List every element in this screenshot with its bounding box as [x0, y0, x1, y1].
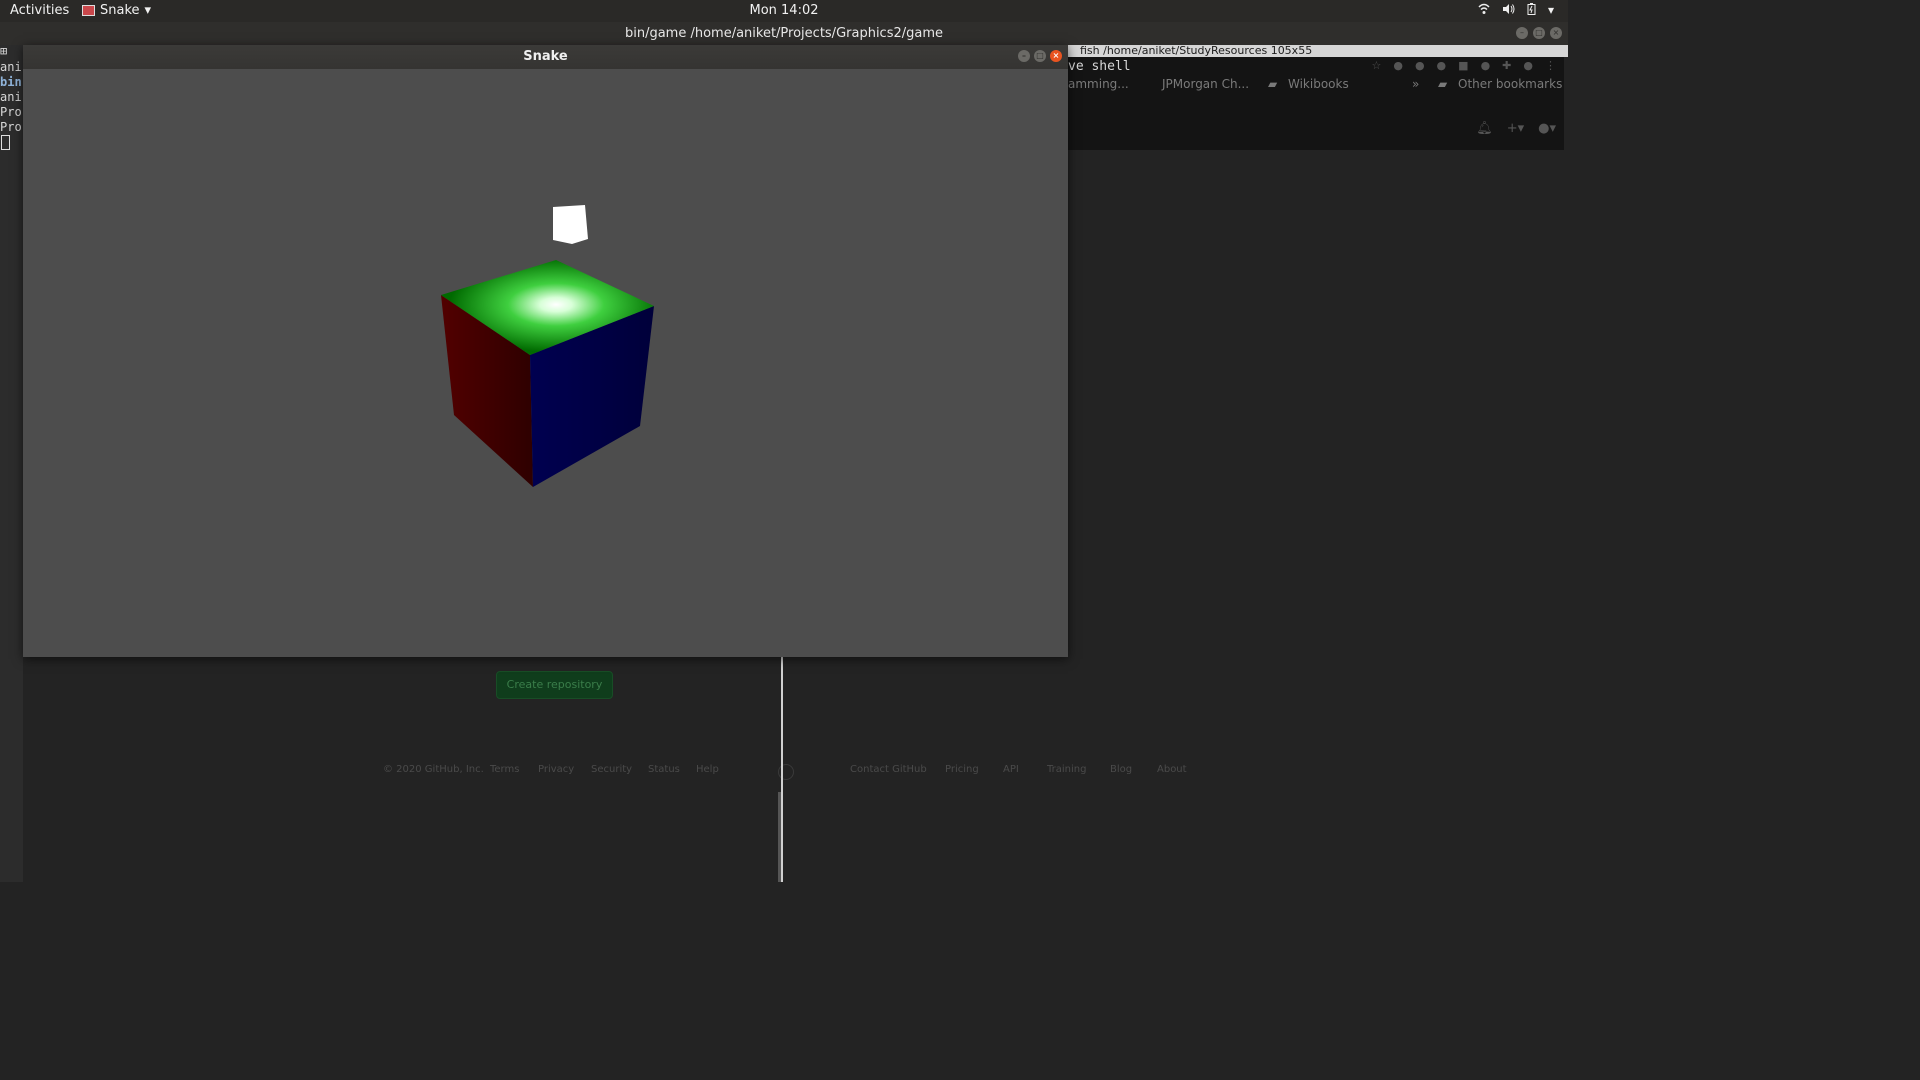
terminal-cursor — [1, 135, 10, 150]
footer-link-security[interactable]: Security — [591, 764, 632, 775]
terminal-line: ani — [0, 60, 22, 74]
app-menu[interactable]: Snake ▾ — [82, 3, 151, 18]
maximize-icon[interactable]: □ — [1034, 50, 1046, 62]
wifi-icon[interactable] — [1478, 3, 1490, 18]
bookmark-star-icon[interactable]: ☆ — [1371, 59, 1381, 72]
browser-window: ve shell ☆ ● ● ● ■ ● ✚ ● ⋮ amming... JPM… — [1068, 57, 1564, 150]
footer-link-help[interactable]: Help — [696, 764, 719, 775]
bookmark-item[interactable]: amming... — [1068, 77, 1129, 91]
close-icon[interactable]: × — [1050, 50, 1062, 62]
snake-title-bar[interactable]: Snake – □ × — [23, 45, 1068, 69]
footer-link-api[interactable]: API — [1003, 764, 1019, 775]
terminal-line: ani — [0, 90, 22, 104]
chevron-down-icon: ▾ — [144, 3, 152, 18]
browser-extensions: ☆ ● ● ● ■ ● ✚ ● ⋮ — [1371, 59, 1556, 72]
bell-icon[interactable]: 🔔︎ — [1476, 121, 1493, 136]
fish-shell-text: ve shell — [1068, 59, 1131, 74]
extension-icon[interactable]: ■ — [1458, 59, 1468, 72]
top-bar: Activities Snake ▾ Mon 14:02 ▾ — [0, 0, 1568, 22]
minimize-icon[interactable]: – — [1516, 27, 1528, 39]
game-viewport[interactable] — [23, 69, 1068, 657]
terminal-line: bin — [0, 75, 22, 89]
footer-link-pricing[interactable]: Pricing — [945, 764, 979, 775]
bookmark-item[interactable]: Wikibooks — [1288, 77, 1349, 91]
avatar[interactable]: ●▾ — [1538, 121, 1556, 136]
snake-window-title: Snake — [523, 49, 568, 64]
battery-icon[interactable] — [1527, 3, 1536, 18]
fish-tab-title[interactable]: fish /home/aniket/StudyResources 105x55 — [1080, 44, 1312, 57]
close-icon[interactable]: × — [1550, 27, 1562, 39]
plus-icon[interactable]: +▾ — [1507, 121, 1524, 136]
pane-divider[interactable] — [781, 657, 783, 882]
extension-icon[interactable]: ● — [1415, 59, 1425, 72]
footer-link-blog[interactable]: Blog — [1110, 764, 1132, 775]
clock[interactable]: Mon 14:02 — [749, 3, 818, 18]
terminal-line: Pro — [0, 105, 22, 119]
footer-link-terms[interactable]: Terms — [490, 764, 519, 775]
footer-link-training[interactable]: Training — [1047, 764, 1086, 775]
system-tray[interactable]: ▾ — [1478, 3, 1554, 18]
terminal-tab-grid-icon[interactable]: ⊞ — [0, 45, 23, 60]
snake-app-icon — [82, 5, 95, 16]
bookmark-item[interactable]: JPMorgan Ch... — [1162, 77, 1249, 91]
footer-link-status[interactable]: Status — [648, 764, 680, 775]
system-menu-chevron-icon[interactable]: ▾ — [1548, 3, 1554, 18]
puzzle-icon[interactable]: ✚ — [1502, 59, 1511, 72]
terminal-title-bar: bin/game /home/aniket/Projects/Graphics2… — [0, 22, 1568, 45]
profile-avatar-icon[interactable]: ● — [1523, 59, 1533, 72]
fish-tab-bar[interactable]: fish /home/aniket/StudyResources 105x55 — [1068, 45, 1568, 57]
footer-link-privacy[interactable]: Privacy — [538, 764, 574, 775]
browser-menu-icon[interactable]: ⋮ — [1545, 59, 1556, 72]
terminal-line: Pro — [0, 120, 22, 134]
extension-icon[interactable]: ● — [1437, 59, 1447, 72]
folder-icon: ▰ — [1268, 77, 1278, 91]
github-header-icons: 🔔︎ +▾ ●▾ — [1476, 121, 1556, 136]
footer-link-contact[interactable]: Contact GitHub — [850, 764, 927, 775]
snake-window[interactable]: Snake – □ × — [23, 45, 1068, 657]
footer-link-about[interactable]: About — [1157, 764, 1187, 775]
light-source-cube — [553, 205, 588, 244]
minimize-icon[interactable]: – — [1018, 50, 1030, 62]
terminal-pane[interactable]: ⊞ ani bin ani Pro Pro — [0, 45, 23, 882]
create-repository-button[interactable]: Create repository — [496, 671, 613, 699]
extension-icon[interactable]: ● — [1393, 59, 1403, 72]
scrollbar-thumb[interactable] — [778, 792, 781, 882]
bookmark-folder[interactable]: Other bookmarks — [1458, 77, 1562, 91]
maximize-icon[interactable]: □ — [1533, 27, 1545, 39]
footer-copyright: © 2020 GitHub, Inc. — [383, 764, 484, 775]
activities-button[interactable]: Activities — [10, 3, 69, 18]
folder-icon: ▰ — [1438, 77, 1448, 91]
volume-icon[interactable] — [1502, 3, 1515, 18]
terminal-title: bin/game /home/aniket/Projects/Graphics2… — [624, 26, 944, 41]
extension-icon[interactable]: ● — [1481, 59, 1491, 72]
app-menu-label: Snake — [100, 3, 140, 18]
bookmarks-overflow[interactable]: » — [1412, 77, 1419, 91]
